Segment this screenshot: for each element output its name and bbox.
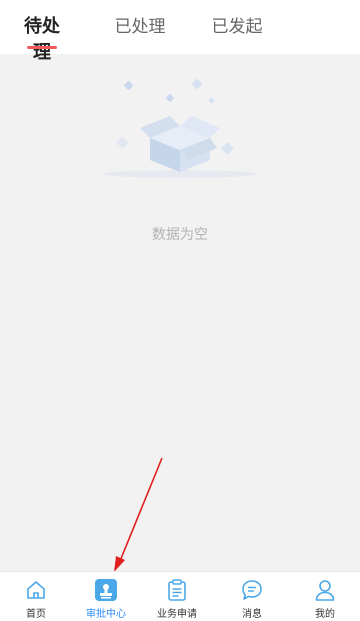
bottom-navigation: 首页 审批中心 业务申请 消息 我的 (0, 571, 360, 621)
clipboard-icon (168, 579, 186, 601)
empty-state-message: 数据为空 (152, 227, 208, 243)
nav-approval-center[interactable]: 审批中心 (70, 572, 142, 621)
tab-pending[interactable]: 待处理 (16, 14, 68, 63)
tab-bar: 待处理 已处理 已发起 (0, 0, 360, 63)
nav-business-application-label: 业务申请 (157, 609, 197, 620)
person-icon (315, 580, 335, 601)
tab-processed[interactable]: 已处理 (114, 14, 166, 40)
nav-messages[interactable]: 消息 (216, 572, 288, 621)
nav-home[interactable]: 首页 (0, 572, 72, 621)
nav-profile[interactable]: 我的 (289, 572, 360, 621)
approval-stamp-icon (95, 579, 117, 601)
tab-initiated[interactable]: 已发起 (211, 14, 263, 40)
nav-home-label: 首页 (26, 609, 46, 620)
nav-approval-center-label: 审批中心 (86, 609, 126, 620)
chat-bubble-icon (242, 580, 262, 600)
nav-business-application[interactable]: 业务申请 (141, 572, 213, 621)
empty-box-icon (102, 78, 258, 178)
approval-page: 待处理 已处理 已发起 数据为空 首页 审批中心 业务申请 消息 我的 (0, 0, 360, 621)
nav-messages-label: 消息 (242, 609, 262, 620)
active-tab-indicator (27, 46, 57, 49)
nav-profile-label: 我的 (315, 609, 335, 620)
home-icon (27, 581, 45, 599)
